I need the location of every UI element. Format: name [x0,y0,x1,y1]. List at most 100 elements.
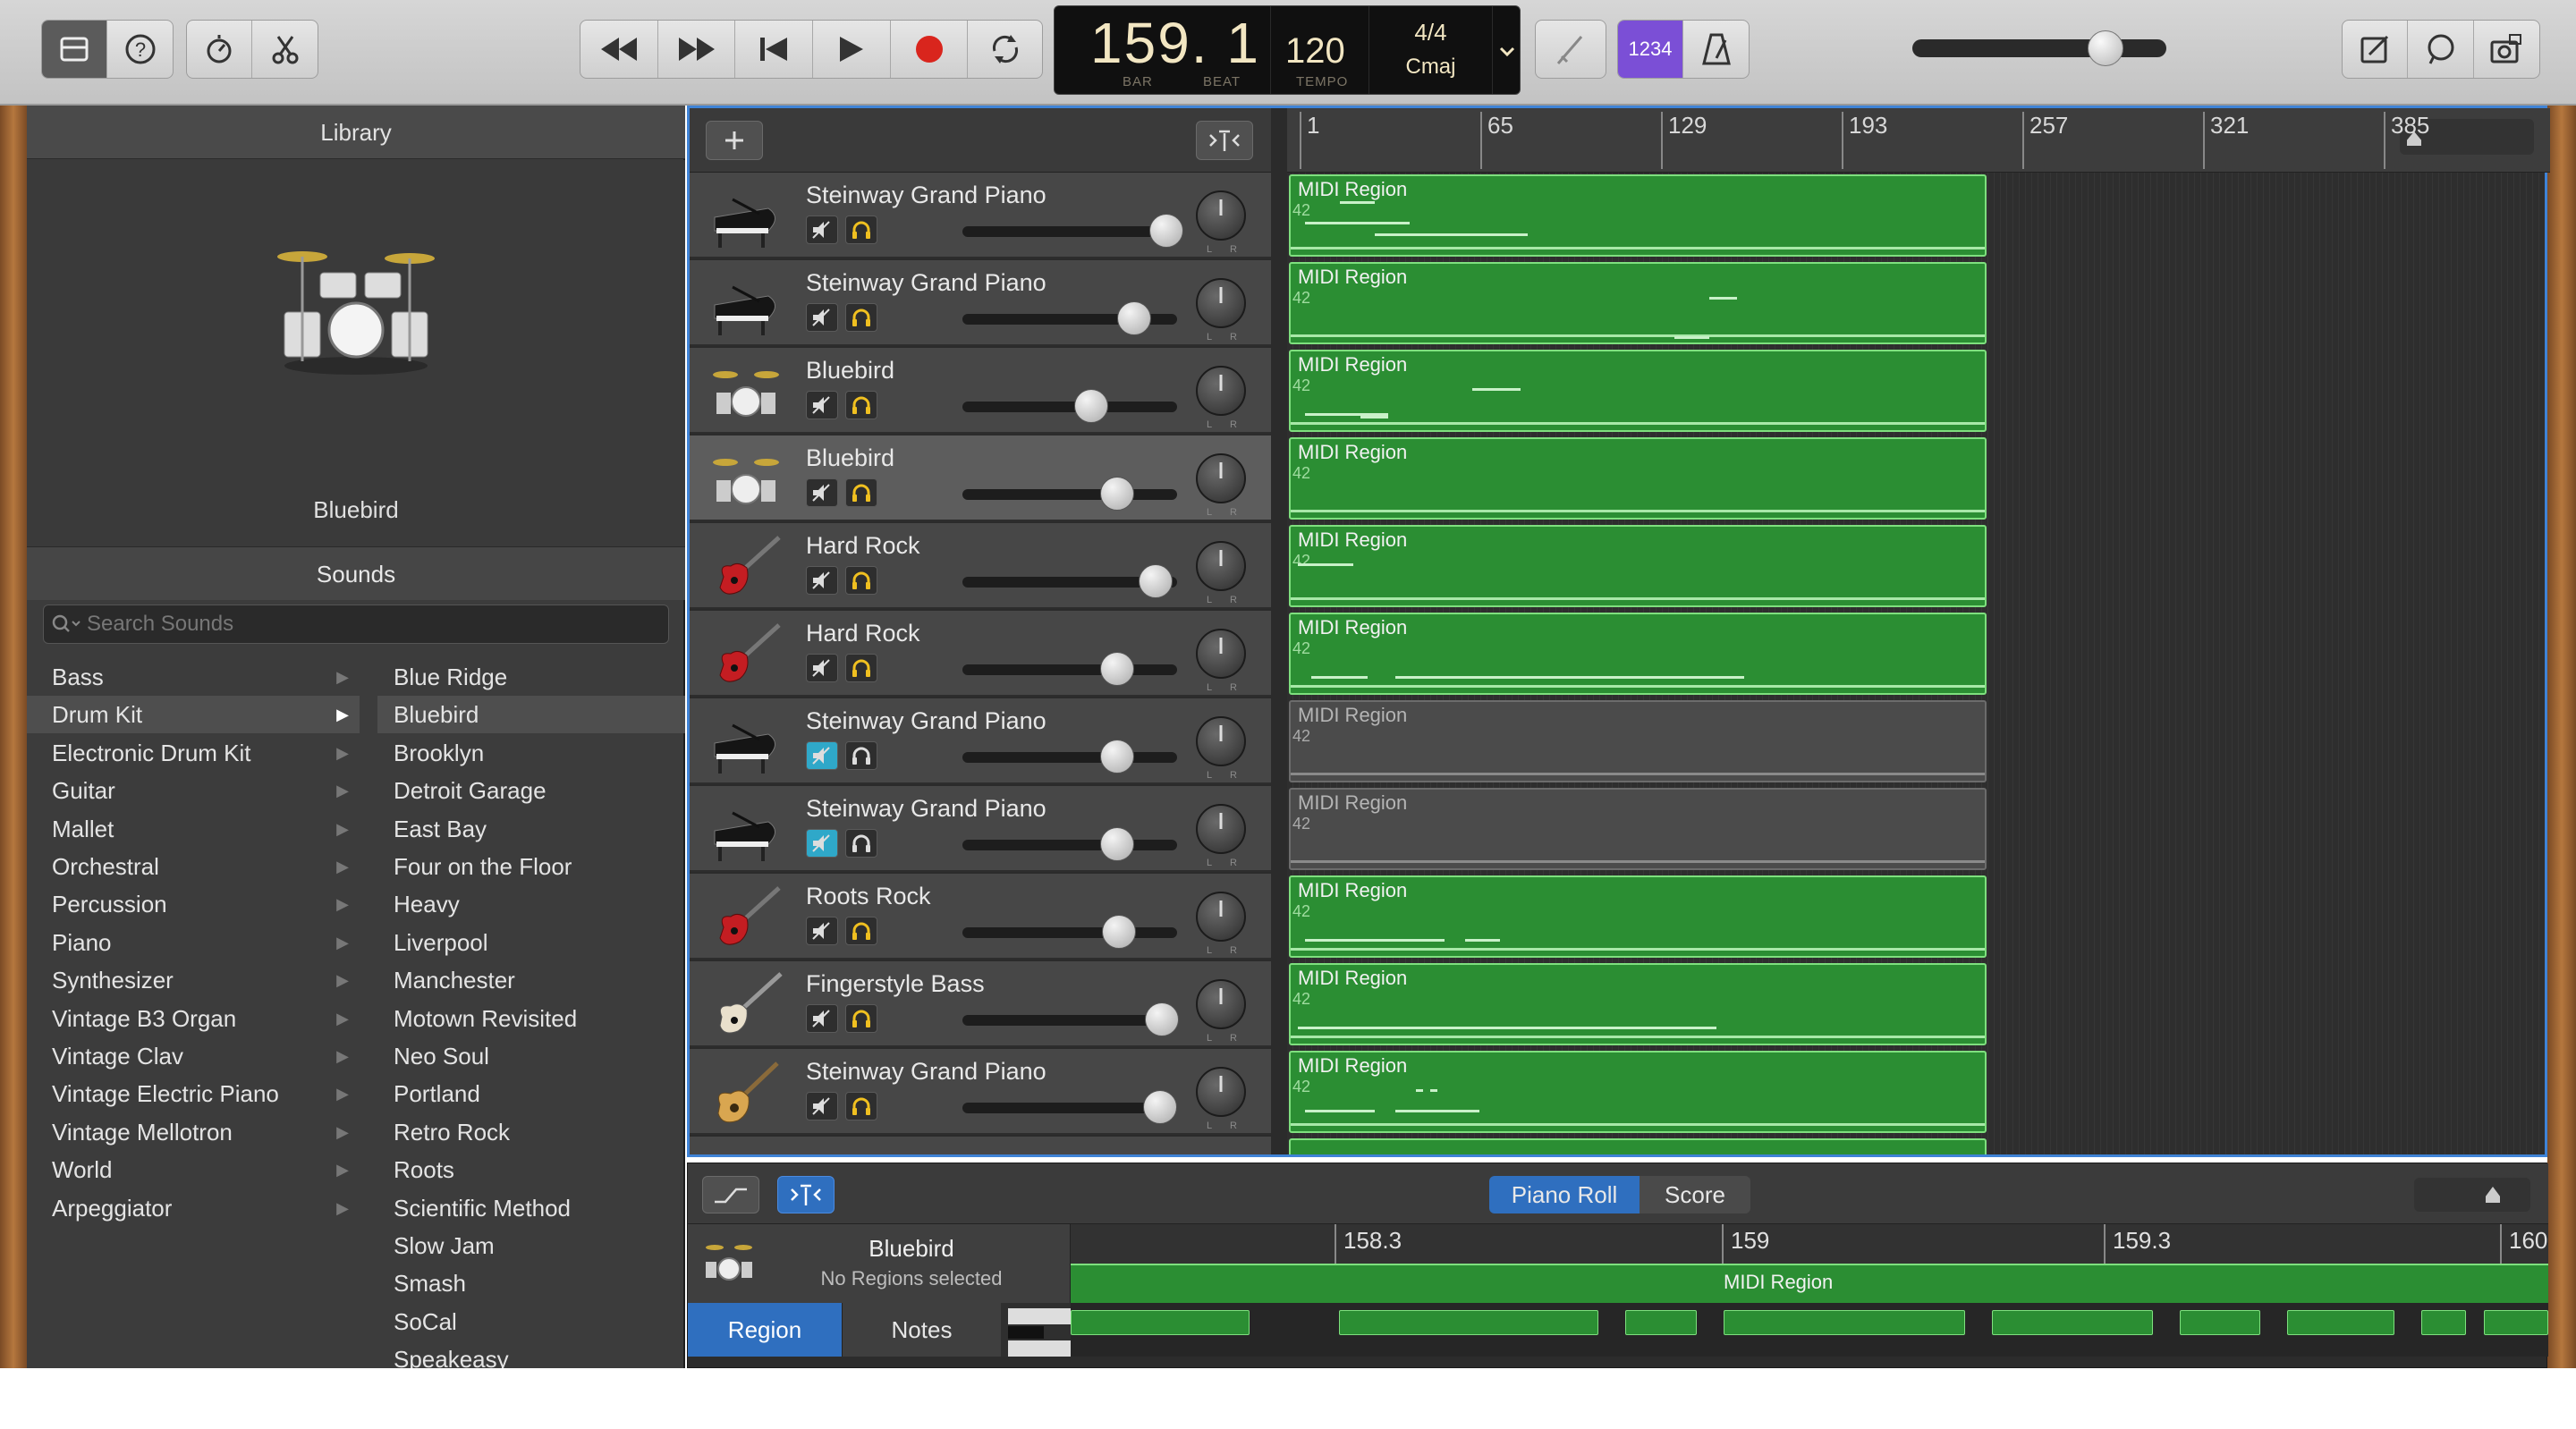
mute-button[interactable] [806,1004,838,1033]
subcategory-item[interactable]: East Bay [377,810,685,848]
track-volume-slider[interactable] [962,652,1177,686]
pan-knob[interactable] [1196,453,1246,503]
track-volume-slider[interactable] [962,915,1177,949]
pan-knob[interactable] [1196,979,1246,1029]
category-item[interactable]: Vintage B3 Organ ▶ [27,1000,360,1037]
track-volume-slider[interactable] [962,564,1177,598]
track-header[interactable]: Bluebird L R [690,348,1271,434]
mute-button[interactable] [806,303,838,332]
editor-midi-note[interactable] [2287,1310,2394,1335]
subcategory-item[interactable]: Manchester [377,961,685,999]
track-header[interactable]: Steinway Grand Piano L R [690,1049,1271,1135]
mute-button[interactable] [806,566,838,595]
fast-forward-button[interactable] [658,21,736,78]
mute-button[interactable] [806,654,838,682]
piano-keys[interactable] [1001,1303,1071,1357]
editor-midi-note[interactable] [1339,1310,1598,1335]
track-volume-slider[interactable] [962,301,1177,335]
midi-region[interactable]: MIDI Region 42 [1289,700,1987,782]
cycle-button[interactable] [968,21,1042,78]
pan-knob[interactable] [1196,1067,1246,1117]
track-volume-slider[interactable] [962,477,1177,511]
category-item[interactable]: Orchestral ▶ [27,848,360,885]
midi-region[interactable]: MIDI Region 42 [1289,613,1987,695]
solo-button[interactable] [845,303,877,332]
track-header[interactable]: Roots Rock L R [690,874,1271,960]
subcategory-item[interactable]: Scientific Method [377,1189,685,1227]
category-item[interactable]: Arpeggiator ▶ [27,1189,360,1227]
editor-midi-note[interactable] [1625,1310,1697,1335]
help-button[interactable]: ? [107,21,173,78]
pan-knob[interactable] [1196,629,1246,679]
pan-knob[interactable] [1196,366,1246,416]
pan-knob[interactable] [1196,804,1246,854]
editor-zoom-knob[interactable] [2486,1187,2500,1203]
category-item[interactable]: Bass ▶ [27,658,360,696]
lcd-mode-menu[interactable] [1493,6,1521,94]
pan-knob[interactable] [1196,541,1246,591]
category-item[interactable]: Percussion ▶ [27,885,360,923]
solo-button[interactable] [845,566,877,595]
solo-button[interactable] [845,741,877,770]
midi-region[interactable]: MIDI Region 42 [1289,350,1987,432]
track-header[interactable]: Steinway Grand Piano L R [690,786,1271,872]
editor-catch-button[interactable] [777,1176,835,1213]
loop-browser-button[interactable] [2408,21,2474,78]
subcategory-item[interactable]: SoCal [377,1303,685,1340]
white-key[interactable] [1008,1340,1071,1357]
master-volume-knob[interactable] [2087,30,2123,66]
lcd-signature-key[interactable]: 4/4 Cmaj [1369,6,1493,94]
mute-button[interactable] [806,741,838,770]
pan-knob[interactable] [1196,278,1246,328]
metronome-button[interactable] [1683,21,1749,78]
midi-region[interactable]: MIDI Region 42 [1289,875,1987,958]
track-volume-slider[interactable] [962,214,1183,248]
subcategory-item[interactable]: Bluebird [377,696,685,734]
subcategory-item[interactable]: Motown Revisited [377,1000,685,1037]
track-volume-knob[interactable] [1149,214,1183,248]
subcategory-item[interactable]: Neo Soul [377,1037,685,1075]
editor-midi-region[interactable]: MIDI Region [1071,1264,2548,1303]
track-volume-knob[interactable] [1102,915,1137,949]
track-volume-slider[interactable] [962,827,1177,861]
track-volume-slider[interactable] [962,1002,1180,1036]
track-volume-slider[interactable] [962,389,1177,423]
white-key[interactable] [1008,1308,1071,1324]
pan-knob[interactable] [1196,190,1246,241]
category-item[interactable]: Vintage Mellotron ▶ [27,1113,360,1151]
solo-button[interactable] [845,216,877,244]
subcategory-item[interactable]: Portland [377,1075,685,1112]
timeline-ruler[interactable]: 1 65 129 193 257 321 385 [1287,108,2550,173]
category-item[interactable]: Vintage Electric Piano ▶ [27,1075,360,1112]
category-item[interactable]: Mallet ▶ [27,810,360,848]
subcategory-item[interactable]: Liverpool [377,924,685,961]
lcd-display[interactable]: 159. 1 BAR BEAT 120 TEMPO 4/4 Cmaj [1054,5,1521,95]
midi-region[interactable]: MIDI Region 42 [1289,788,1987,870]
editor-midi-note[interactable] [2180,1310,2260,1335]
track-header[interactable]: Fingerstyle Bass L R [690,961,1271,1047]
track-volume-knob[interactable] [1074,389,1108,423]
editor-ruler[interactable]: 158.3 159 159.3 160 [1071,1224,2548,1264]
track-volume-slider[interactable] [962,1090,1177,1124]
black-key[interactable] [1008,1326,1044,1339]
library-button[interactable] [42,21,108,78]
subcategory-item[interactable]: Four on the Floor [377,848,685,885]
track-header[interactable]: Hard Rock L R [690,523,1271,609]
solo-button[interactable] [845,829,877,858]
subcategory-item[interactable]: Brooklyn [377,734,685,772]
editor-midi-note[interactable] [2484,1310,2548,1335]
mute-button[interactable] [806,216,838,244]
tab-region[interactable]: Region [688,1303,842,1357]
track-volume-knob[interactable] [1099,740,1134,774]
media-browser-button[interactable] [2474,21,2539,78]
solo-button[interactable] [845,654,877,682]
midi-region[interactable]: MIDI Region 42 [1289,437,1987,520]
mute-button[interactable] [806,1092,838,1120]
track-volume-knob[interactable] [1145,1002,1180,1036]
midi-region[interactable]: MIDI Region 42 [1289,174,1987,257]
track-volume-slider[interactable] [962,740,1177,774]
subcategory-item[interactable]: Detroit Garage [377,772,685,809]
lcd-tempo[interactable]: 120 TEMPO [1271,6,1369,94]
subcategory-item[interactable]: Blue Ridge [377,658,685,696]
automation-button[interactable] [702,1176,759,1213]
